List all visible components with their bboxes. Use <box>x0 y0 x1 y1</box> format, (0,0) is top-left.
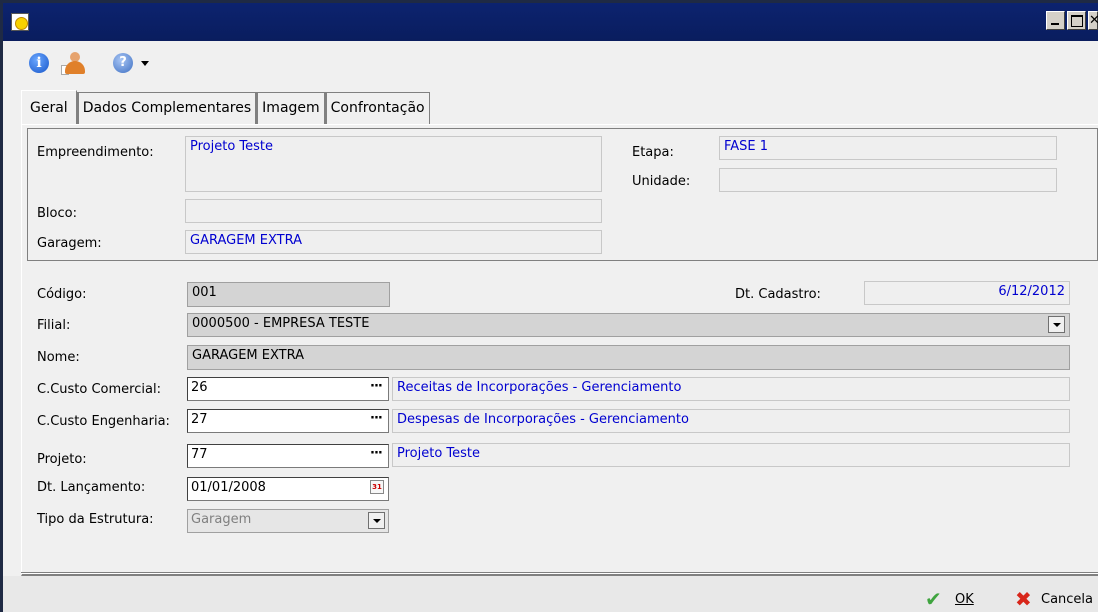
projeto-desc: Projeto Teste <box>392 443 1070 467</box>
cc-engenharia-lookup-button[interactable]: ··· <box>370 411 383 426</box>
etapa-field: FASE 1 <box>719 136 1057 160</box>
dt-cadastro-label: Dt. Cadastro: <box>735 287 821 302</box>
chevron-down-icon[interactable] <box>1048 316 1065 333</box>
app-icon <box>11 13 29 31</box>
cc-comercial-lookup-button[interactable]: ··· <box>370 379 383 394</box>
tipo-estrutura-label: Tipo da Estrutura: <box>37 512 154 527</box>
dt-lancamento-label: Dt. Lançamento: <box>37 480 146 495</box>
empreendimento-label: Empreendimento: <box>37 145 154 160</box>
codigo-field: 001 <box>187 282 390 307</box>
cc-engenharia-desc: Despesas de Incorporações - Gerenciament… <box>392 409 1070 433</box>
close-icon: ✖ <box>1015 587 1032 611</box>
filial-label: Filial: <box>37 318 71 333</box>
tab-imagem[interactable]: Imagem <box>256 92 325 124</box>
ok-button[interactable]: ✔ OK <box>925 588 974 610</box>
cc-comercial-input[interactable]: 26 <box>187 377 389 401</box>
cc-engenharia-input[interactable]: 27 <box>187 409 389 433</box>
tab-confrontacao[interactable]: Confrontação <box>324 92 430 124</box>
footer-divider <box>21 572 1098 574</box>
bloco-label: Bloco: <box>37 206 77 221</box>
etapa-label: Etapa: <box>632 145 674 160</box>
bloco-field <box>185 199 602 223</box>
cc-comercial-desc: Receitas de Incorporações - Gerenciament… <box>392 377 1070 401</box>
tab-dados-complementares[interactable]: Dados Complementares <box>76 92 257 124</box>
nome-label: Nome: <box>37 350 80 365</box>
unidade-label: Unidade: <box>632 174 691 189</box>
cc-engenharia-label: C.Custo Engenharia: <box>37 414 170 429</box>
cancel-label: Cancela <box>1041 591 1094 607</box>
nome-field: GARAGEM EXTRA <box>187 345 1070 370</box>
toolbar: i ? <box>3 41 1098 85</box>
window-controls <box>1046 11 1098 31</box>
projeto-input[interactable]: 77 <box>187 444 389 468</box>
codigo-label: Código: <box>37 287 87 302</box>
projeto-label: Projeto: <box>37 452 87 467</box>
help-icon[interactable]: ? <box>113 53 133 73</box>
garagem-label: Garagem: <box>37 236 102 251</box>
dt-cadastro-field: 6/12/2012 <box>864 281 1070 305</box>
filial-select[interactable]: 0000500 - EMPRESA TESTE <box>187 313 1070 337</box>
chevron-down-icon[interactable] <box>141 61 149 66</box>
cc-comercial-label: C.Custo Comercial: <box>37 382 161 397</box>
info-icon[interactable]: i <box>29 53 49 73</box>
cancel-button[interactable]: ✖ Cancela <box>1015 588 1093 610</box>
unidade-field <box>719 168 1057 192</box>
tab-strip: Geral Dados Complementares Imagem Confro… <box>21 90 430 124</box>
minimize-button[interactable] <box>1046 11 1065 30</box>
calendar-icon[interactable]: 31 <box>370 480 384 494</box>
dt-lancamento-input[interactable]: 01/01/2008 <box>187 477 389 501</box>
maximize-button[interactable] <box>1067 11 1086 30</box>
check-icon: ✔ <box>925 587 942 611</box>
tipo-estrutura-select[interactable]: Garagem <box>187 509 389 533</box>
tab-geral[interactable]: Geral <box>21 90 77 124</box>
projeto-lookup-button[interactable]: ··· <box>370 446 383 461</box>
chevron-down-icon[interactable] <box>368 512 385 529</box>
user-icon[interactable] <box>61 51 87 75</box>
empreendimento-field: Projeto Teste <box>185 136 602 192</box>
close-button[interactable] <box>1088 11 1098 30</box>
title-bar <box>3 3 1098 41</box>
ok-label: OK <box>955 591 974 607</box>
garagem-field: GARAGEM EXTRA <box>185 230 602 254</box>
